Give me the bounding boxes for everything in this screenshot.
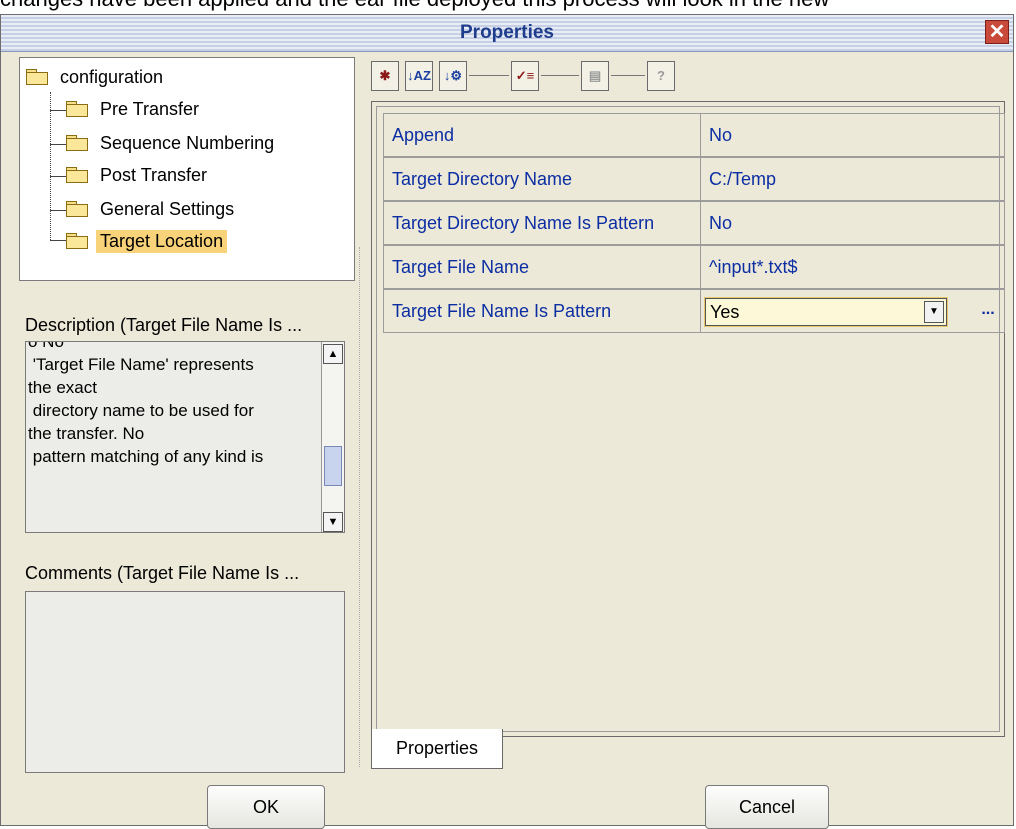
property-value[interactable]: No bbox=[701, 201, 1005, 245]
toolbar-connector bbox=[611, 75, 645, 76]
property-grid: Append No Target Directory Name C:/Temp … bbox=[376, 106, 1005, 732]
ellipsis-button[interactable]: ... bbox=[977, 296, 999, 324]
folder-icon bbox=[66, 233, 88, 249]
property-row[interactable]: Target Directory Name C:/Temp bbox=[383, 157, 1005, 201]
tree-item-label: General Settings bbox=[100, 198, 235, 219]
description-scrollbar[interactable]: ▲ ▼ bbox=[321, 342, 344, 532]
configuration-tree: configuration Pre Transfer Sequence Numb… bbox=[19, 57, 355, 281]
tree-item-post-transfer[interactable]: Post Transfer bbox=[66, 160, 211, 190]
toolbar-connector bbox=[469, 75, 509, 76]
scroll-up-icon[interactable]: ▲ bbox=[323, 344, 343, 364]
tree-item-label-selected: Target Location bbox=[96, 229, 228, 253]
tree-branch-line bbox=[50, 110, 66, 112]
property-sheet: Append No Target Directory Name C:/Temp … bbox=[371, 101, 1005, 737]
property-row[interactable]: Append No bbox=[383, 113, 1005, 157]
property-value[interactable]: C:/Temp bbox=[701, 157, 1005, 201]
chevron-down-icon[interactable]: ▼ bbox=[924, 301, 944, 323]
property-row[interactable]: Target Directory Name Is Pattern No bbox=[383, 201, 1005, 245]
property-row[interactable]: Target File Name ^input*.txt$ bbox=[383, 245, 1005, 289]
tab-properties[interactable]: Properties bbox=[371, 729, 503, 769]
tree-item-label: Post Transfer bbox=[100, 164, 208, 185]
property-pages-button[interactable]: ▤ bbox=[581, 61, 609, 91]
folder-icon bbox=[66, 101, 88, 117]
show-modified-icon: ✓≡ bbox=[515, 68, 535, 83]
sort-by-category-icon: ↓⚙ bbox=[443, 68, 463, 83]
show-modified-button[interactable]: ✓≡ bbox=[511, 61, 539, 91]
tree-branch-line bbox=[50, 210, 66, 212]
help-icon: ? bbox=[657, 68, 665, 83]
property-pages-icon: ▤ bbox=[588, 68, 602, 83]
comments-label: Comments (Target File Name Is ... bbox=[25, 563, 300, 583]
sort-alphabetic-icon: ↓AZ bbox=[407, 68, 431, 83]
folder-icon bbox=[26, 69, 48, 85]
title-bar: Properties ✕ bbox=[1, 15, 1013, 52]
property-value-editor: Yes ▼ ... bbox=[701, 289, 1005, 333]
tree-branch-line bbox=[50, 176, 66, 178]
folder-icon bbox=[66, 201, 88, 217]
tree-item-sequence-numbering[interactable]: Sequence Numbering bbox=[66, 128, 278, 158]
categorized-button[interactable]: ✱ bbox=[371, 61, 399, 91]
property-name: Append bbox=[383, 113, 701, 157]
sort-by-category-button[interactable]: ↓⚙ bbox=[439, 61, 467, 91]
comments-textarea[interactable] bbox=[25, 591, 345, 773]
tree-root-configuration[interactable]: configuration bbox=[26, 62, 167, 92]
tree-item-pre-transfer[interactable]: Pre Transfer bbox=[66, 94, 203, 124]
pattern-dropdown-value: Yes bbox=[710, 302, 740, 322]
tree-item-target-location[interactable]: Target Location bbox=[66, 226, 228, 256]
property-name: Target File Name bbox=[383, 245, 701, 289]
toolbar-connector bbox=[541, 75, 579, 76]
description-label: Description (Target File Name Is ... bbox=[25, 315, 303, 335]
cancel-button[interactable]: Cancel bbox=[705, 785, 829, 829]
scroll-down-icon[interactable]: ▼ bbox=[323, 512, 343, 532]
property-row-selected[interactable]: Target File Name Is Pattern Yes ▼ ... bbox=[383, 289, 1005, 333]
description-box: o No 'Target File Name' represents the e… bbox=[25, 341, 345, 533]
help-button[interactable]: ? bbox=[647, 61, 675, 91]
close-button[interactable]: ✕ bbox=[985, 20, 1009, 44]
tree-branch-line bbox=[50, 240, 66, 242]
tree-branch-line bbox=[50, 144, 66, 146]
tree-item-label: Pre Transfer bbox=[100, 98, 200, 119]
ok-button[interactable]: OK bbox=[207, 785, 325, 829]
property-name: Target Directory Name Is Pattern bbox=[383, 201, 701, 245]
categorized-icon: ✱ bbox=[379, 68, 391, 83]
tree-item-general-settings[interactable]: General Settings bbox=[66, 194, 238, 224]
pattern-dropdown[interactable]: Yes ▼ bbox=[705, 298, 947, 326]
property-name: Target File Name Is Pattern bbox=[383, 289, 701, 333]
tree-item-label: Sequence Numbering bbox=[100, 132, 275, 153]
dialog-title: Properties bbox=[460, 22, 554, 43]
property-value[interactable]: ^input*.txt$ bbox=[701, 245, 1005, 289]
sort-alphabetic-button[interactable]: ↓AZ bbox=[405, 61, 433, 91]
close-icon: ✕ bbox=[988, 21, 1006, 43]
folder-icon bbox=[66, 167, 88, 183]
panel-splitter[interactable] bbox=[359, 247, 364, 767]
properties-dialog: Properties ✕ configuration Pre Transfer … bbox=[0, 14, 1014, 829]
tree-root-label: configuration bbox=[60, 66, 164, 87]
property-value[interactable]: No bbox=[701, 113, 1005, 157]
scroll-thumb[interactable] bbox=[324, 446, 342, 486]
description-text: o No 'Target File Name' represents the e… bbox=[28, 341, 264, 466]
folder-icon bbox=[66, 135, 88, 151]
tree-connector bbox=[50, 92, 52, 240]
property-name: Target Directory Name bbox=[383, 157, 701, 201]
